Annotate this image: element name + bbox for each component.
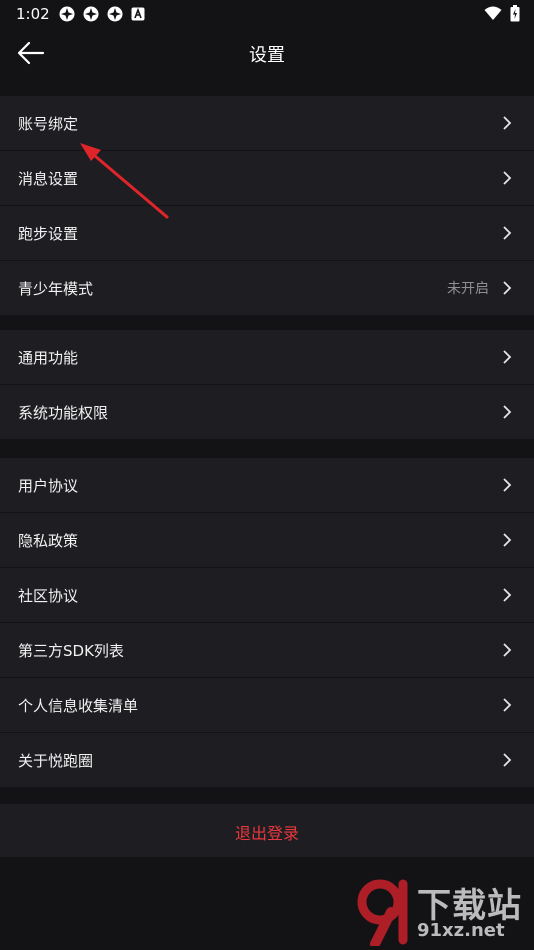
chevron-right-icon xyxy=(503,533,512,547)
wifi-icon xyxy=(484,6,502,25)
running-settings-row[interactable]: 跑步设置 xyxy=(0,206,534,261)
row-label: 通用功能 xyxy=(18,349,79,367)
personal-info-list-row[interactable]: 个人信息收集清单 xyxy=(0,678,534,733)
message-settings-row[interactable]: 消息设置 xyxy=(0,151,534,206)
app-notification-icon xyxy=(59,6,75,22)
settings-group-legal: 用户协议 隐私政策 社区协议 第三方SDK列表 个人信息收集清单 关于悦跑圈 xyxy=(0,458,534,787)
row-label: 跑步设置 xyxy=(18,225,79,243)
user-agreement-row[interactable]: 用户协议 xyxy=(0,458,534,513)
battery-icon xyxy=(510,5,520,26)
chevron-right-icon xyxy=(503,281,512,295)
community-agreement-row[interactable]: 社区协议 xyxy=(0,568,534,623)
row-label: 系统功能权限 xyxy=(18,404,109,422)
settings-group-account: 账号绑定 消息设置 跑步设置 青少年模式 未开启 xyxy=(0,96,534,315)
chevron-right-icon xyxy=(503,350,512,364)
status-time: 1:02 xyxy=(16,5,50,23)
status-bar: 1:02 xyxy=(0,0,534,28)
about-app-row[interactable]: 关于悦跑圈 xyxy=(0,733,534,787)
system-icons xyxy=(484,5,520,26)
logout-button[interactable]: 退出登录 xyxy=(0,804,534,857)
page-title: 设置 xyxy=(249,45,285,66)
chevron-right-icon xyxy=(503,478,512,492)
chevron-right-icon xyxy=(503,588,512,602)
chevron-right-icon xyxy=(503,698,512,712)
nav-bar: 设置 xyxy=(0,28,534,78)
row-label: 用户协议 xyxy=(18,477,79,495)
row-label: 青少年模式 xyxy=(18,280,94,298)
row-label: 第三方SDK列表 xyxy=(18,642,124,660)
third-party-sdk-row[interactable]: 第三方SDK列表 xyxy=(0,623,534,678)
row-label: 关于悦跑圈 xyxy=(18,752,94,770)
chevron-right-icon xyxy=(503,405,512,419)
chevron-right-icon xyxy=(503,643,512,657)
general-functions-row[interactable]: 通用功能 xyxy=(0,330,534,385)
watermark: 下载站 91xz.net xyxy=(353,876,528,946)
app-notification-icon xyxy=(107,6,123,22)
account-binding-row[interactable]: 账号绑定 xyxy=(0,96,534,151)
app-notification-icon xyxy=(83,6,99,22)
row-label: 消息设置 xyxy=(18,170,79,188)
row-label: 账号绑定 xyxy=(18,115,79,133)
watermark-logo-icon xyxy=(357,879,408,946)
logout-label: 退出登录 xyxy=(234,824,299,843)
row-label: 社区协议 xyxy=(18,587,79,605)
row-label: 个人信息收集清单 xyxy=(18,697,139,715)
settings-group-general: 通用功能 系统功能权限 xyxy=(0,330,534,439)
row-label: 隐私政策 xyxy=(18,532,79,550)
keyboard-a-icon xyxy=(131,6,147,22)
privacy-policy-row[interactable]: 隐私政策 xyxy=(0,513,534,568)
notification-icons xyxy=(59,6,147,22)
chevron-right-icon xyxy=(503,171,512,185)
watermark-bottom-text: 91xz.net xyxy=(417,920,505,941)
chevron-right-icon xyxy=(503,753,512,767)
chevron-right-icon xyxy=(503,226,512,240)
teen-mode-status: 未开启 xyxy=(447,281,489,297)
teen-mode-row[interactable]: 青少年模式 未开启 xyxy=(0,261,534,315)
system-permissions-row[interactable]: 系统功能权限 xyxy=(0,385,534,439)
chevron-right-icon xyxy=(503,116,512,130)
